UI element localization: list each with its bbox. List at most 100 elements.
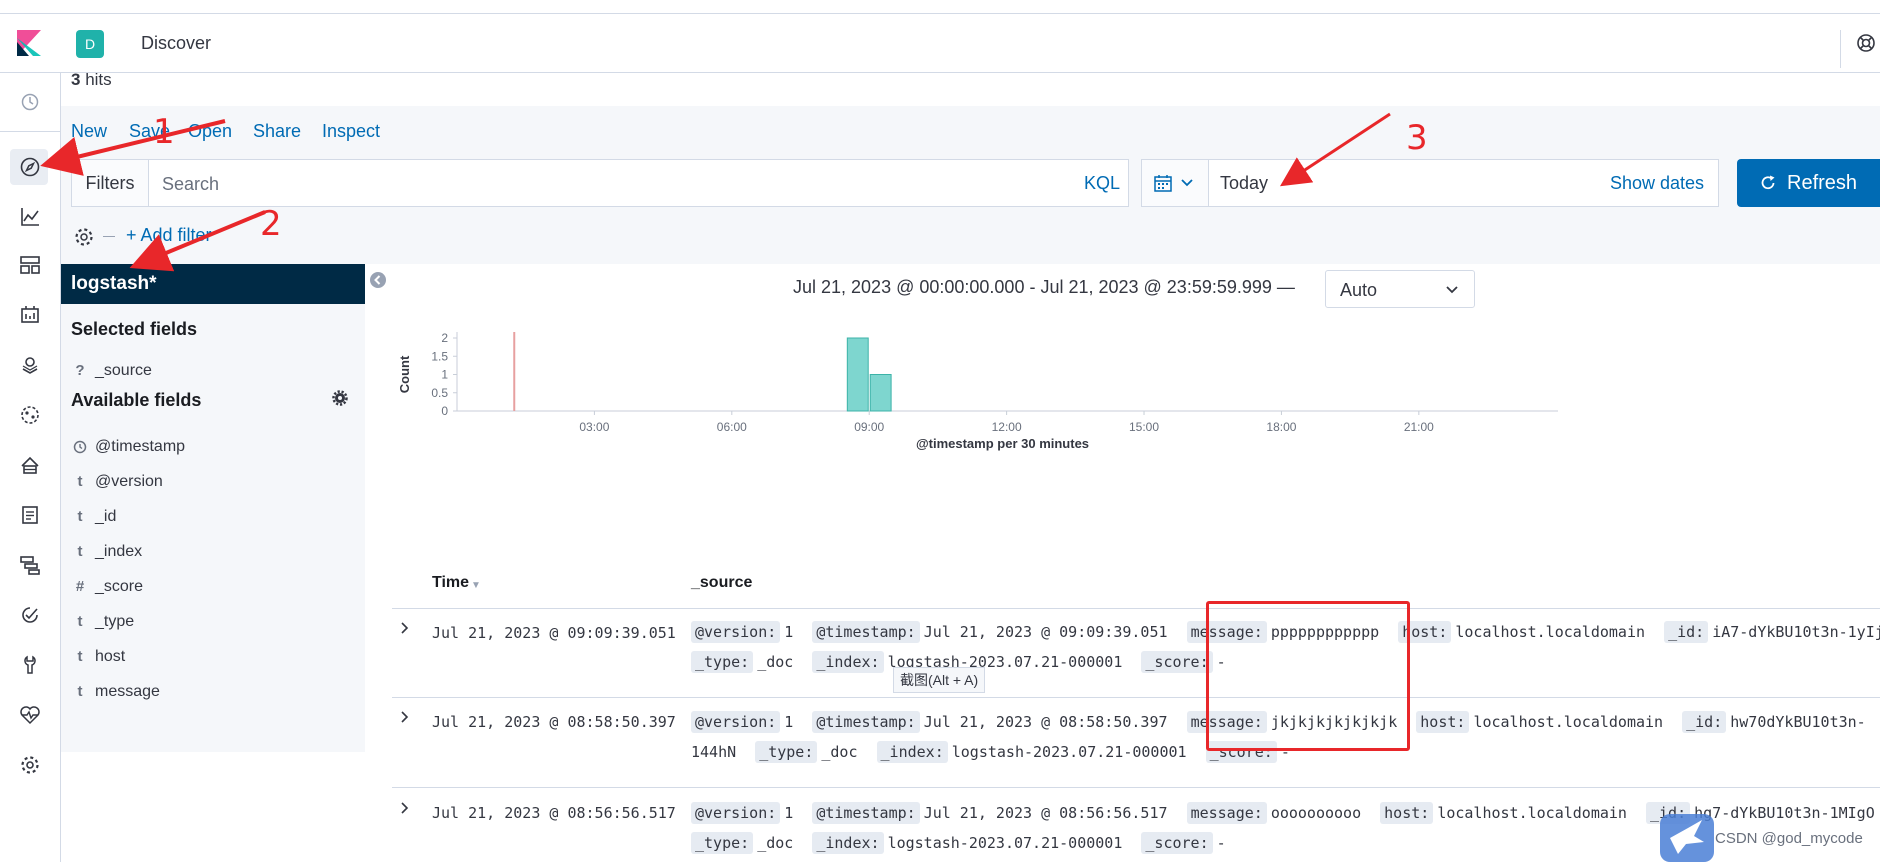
source-key: @version: — [691, 621, 781, 643]
y-tick-label: 0.5 — [431, 386, 448, 400]
maps-icon[interactable] — [18, 353, 42, 377]
screenshot-tooltip: 截图(Alt + A) — [893, 667, 986, 693]
source-value: Jul 21, 2023 @ 09:09:39.051 — [923, 623, 1168, 641]
dashboard-icon[interactable] — [18, 253, 42, 277]
filters-label[interactable]: Filters — [72, 160, 149, 206]
chevron-down-icon — [1446, 286, 1458, 294]
visualize-chart-icon[interactable] — [18, 205, 42, 229]
field-type-icon: t — [77, 683, 83, 700]
source-value: logstash-2023.07.21-000001 — [951, 743, 1187, 761]
expand-row-chevron-icon[interactable] — [398, 710, 412, 724]
time-column-header[interactable]: Time — [432, 574, 469, 592]
x-tick-label: 15:00 — [1129, 420, 1159, 434]
field-item[interactable]: # _score — [61, 574, 365, 602]
sort-down-icon[interactable]: ▼ — [471, 580, 481, 591]
field-name: _index — [95, 543, 143, 560]
interval-value: Auto — [1340, 280, 1378, 300]
space-avatar[interactable]: D — [76, 30, 104, 58]
field-name: @timestamp — [95, 438, 186, 455]
x-tick-label: 06:00 — [717, 420, 747, 434]
field-item[interactable]: t host — [61, 644, 365, 672]
help-lifebuoy-icon[interactable] — [1856, 33, 1876, 53]
discover-compass-icon[interactable] — [18, 155, 42, 179]
field-item[interactable]: t _id — [61, 504, 365, 532]
expand-row-chevron-icon[interactable] — [398, 801, 412, 815]
kql-toggle[interactable]: KQL — [1084, 173, 1120, 194]
uptime-icon[interactable] — [18, 603, 42, 627]
expand-row-chevron-icon[interactable] — [398, 621, 412, 635]
watermark-text: CSDN @god_mycode — [1715, 830, 1863, 847]
source-key: _index: — [812, 832, 884, 854]
field-name: host — [95, 648, 126, 665]
index-pattern-selector[interactable]: logstash* — [61, 264, 365, 304]
logs-icon[interactable] — [18, 503, 42, 527]
field-item[interactable]: t _index — [61, 539, 365, 567]
histogram-bar — [869, 374, 892, 412]
field-name: _score — [95, 578, 144, 595]
field-type-icon: ? — [75, 362, 85, 379]
date-picker-group: Today Show dates — [1141, 159, 1719, 207]
nav-separator — [0, 131, 60, 132]
show-dates-link[interactable]: Show dates — [1610, 173, 1704, 194]
annotation-number-3: 3 — [1406, 118, 1428, 158]
field-item[interactable]: t message — [61, 679, 365, 707]
quick-select-button[interactable] — [1142, 160, 1209, 206]
management-gear-icon[interactable] — [18, 753, 42, 777]
field-item[interactable]: @timestamp — [61, 434, 365, 462]
x-axis-title: @timestamp per 30 minutes — [916, 436, 1089, 451]
dev-tools-wrench-icon[interactable] — [18, 653, 42, 677]
refresh-label: Refresh — [1787, 171, 1858, 194]
source-key: _id: — [1664, 621, 1709, 643]
source-value: localhost.localdomain — [1437, 804, 1627, 822]
interval-select[interactable]: Auto — [1325, 270, 1475, 308]
chevron-down-icon — [1181, 179, 1193, 187]
source-value: Jul 21, 2023 @ 08:56:56.517 — [923, 804, 1168, 822]
source-value: _doc — [757, 834, 794, 852]
source-value: 1 — [784, 623, 794, 641]
date-range-value[interactable]: Today — [1220, 173, 1268, 194]
field-item[interactable]: t _type — [61, 609, 365, 637]
apm-icon[interactable] — [18, 553, 42, 577]
annotation-highlight-box — [1206, 601, 1410, 751]
new-link[interactable]: New — [71, 121, 107, 142]
kibana-logo-icon[interactable] — [14, 28, 44, 58]
search-input[interactable] — [160, 161, 1024, 207]
x-tick-label: 18:00 — [1266, 420, 1296, 434]
add-filter-button[interactable]: + Add filter — [126, 225, 212, 246]
canvas-icon[interactable] — [18, 303, 42, 327]
share-link[interactable]: Share — [253, 121, 301, 142]
infrastructure-icon[interactable] — [18, 453, 42, 477]
source-key: @timestamp: — [812, 621, 920, 643]
open-link[interactable]: Open — [188, 121, 232, 142]
field-item[interactable]: t @version — [61, 469, 365, 497]
y-axis-title: Count — [397, 355, 412, 393]
annotation-number-2: 2 — [260, 204, 282, 244]
stack-monitoring-heartbeat-icon[interactable] — [18, 703, 42, 727]
available-fields-heading: Available fields — [71, 390, 202, 410]
source-value: - — [1216, 834, 1226, 852]
inspect-link[interactable]: Inspect — [322, 121, 380, 142]
collapse-sidebar-arrow-icon[interactable] — [369, 271, 387, 289]
source-key: _id: — [1682, 711, 1727, 733]
machine-learning-icon[interactable] — [18, 403, 42, 427]
source-value: Jul 21, 2023 @ 08:58:50.397 — [923, 713, 1168, 731]
field-settings-gear-icon[interactable] — [332, 390, 348, 406]
field-item[interactable]: ? _source — [61, 358, 365, 386]
source-key: message: — [1186, 802, 1267, 824]
source-key: _score: — [1141, 832, 1213, 854]
source-value: 144hN — [691, 743, 737, 761]
source-value: hw70dYkBU10t3n- — [1730, 713, 1866, 731]
row-time: Jul 21, 2023 @ 09:09:39.051 — [432, 624, 676, 642]
refresh-button[interactable]: Refresh — [1737, 159, 1880, 207]
source-key: _type: — [691, 651, 754, 673]
recently-viewed-clock-icon[interactable] — [18, 90, 42, 114]
source-key: _score: — [1141, 651, 1213, 673]
field-name: _id — [95, 508, 117, 525]
field-type-icon: t — [77, 543, 83, 560]
field-type-icon: t — [77, 473, 83, 490]
filter-options-gear-icon[interactable] — [73, 226, 95, 248]
histogram-bar — [846, 337, 869, 412]
source-key: _type: — [691, 832, 754, 854]
side-navigation — [0, 73, 61, 862]
y-tick-label: 0 — [441, 404, 448, 418]
